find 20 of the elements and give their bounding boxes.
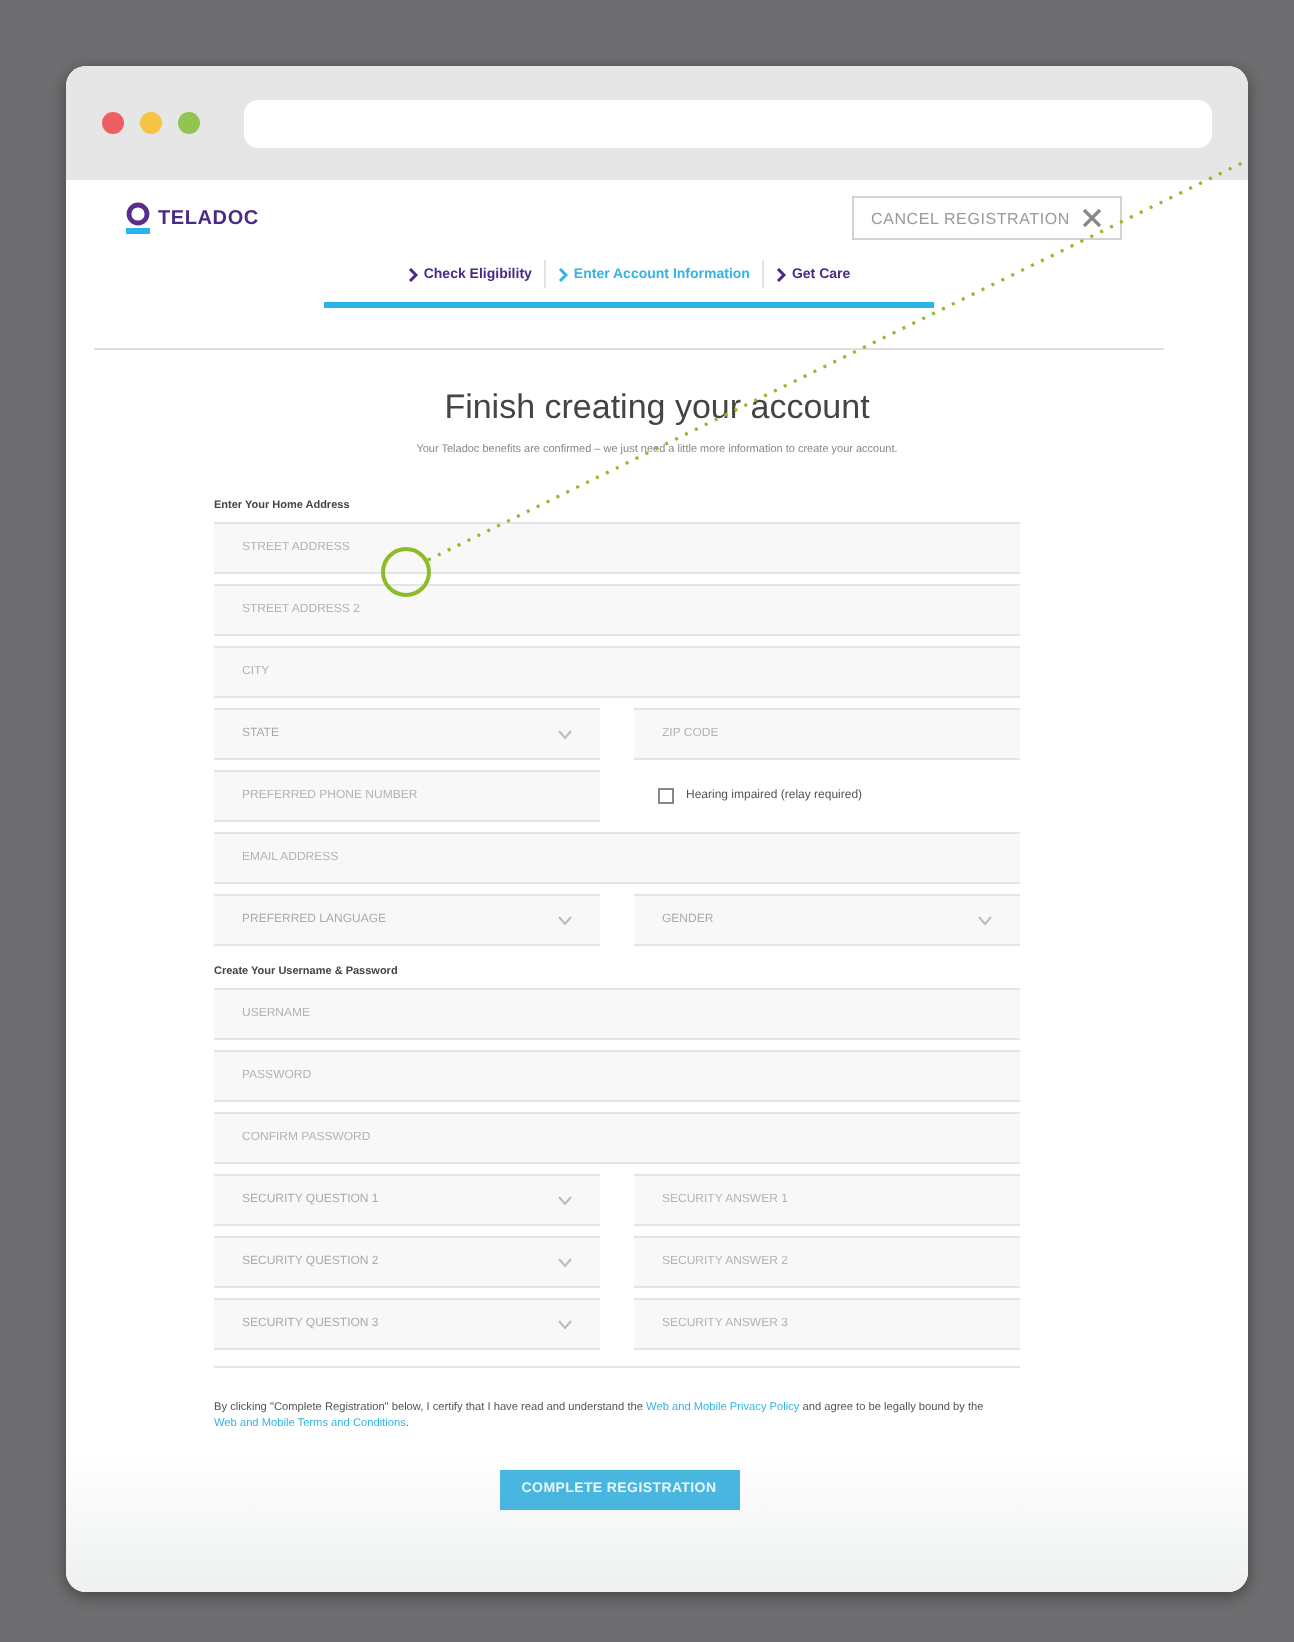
- chevron-down-icon: [558, 1195, 572, 1205]
- chevron-down-icon: [558, 1319, 572, 1329]
- logo-text: TELADOC: [158, 207, 259, 229]
- close-icon: [1082, 208, 1102, 228]
- page-title: Finish creating your account: [442, 388, 872, 428]
- chevron-icon: [557, 267, 568, 281]
- close-window-icon[interactable]: [102, 112, 124, 134]
- chevron-down-icon: [558, 729, 572, 739]
- chevron-icon: [775, 267, 786, 281]
- address-bar[interactable]: [244, 99, 1212, 147]
- logo-icon: [124, 202, 152, 234]
- chevron-down-icon: [558, 1257, 572, 1267]
- chevron-icon: [407, 267, 418, 281]
- chevron-down-icon: [978, 915, 992, 925]
- checkbox[interactable]: [658, 788, 674, 804]
- maximize-window-icon[interactable]: [178, 112, 200, 134]
- cancel-registration-button[interactable]: CANCEL REGISTRATION: [851, 196, 1122, 240]
- chevron-down-icon: [558, 915, 572, 925]
- highlight-circle: [381, 547, 431, 597]
- minimize-window-icon[interactable]: [140, 112, 162, 134]
